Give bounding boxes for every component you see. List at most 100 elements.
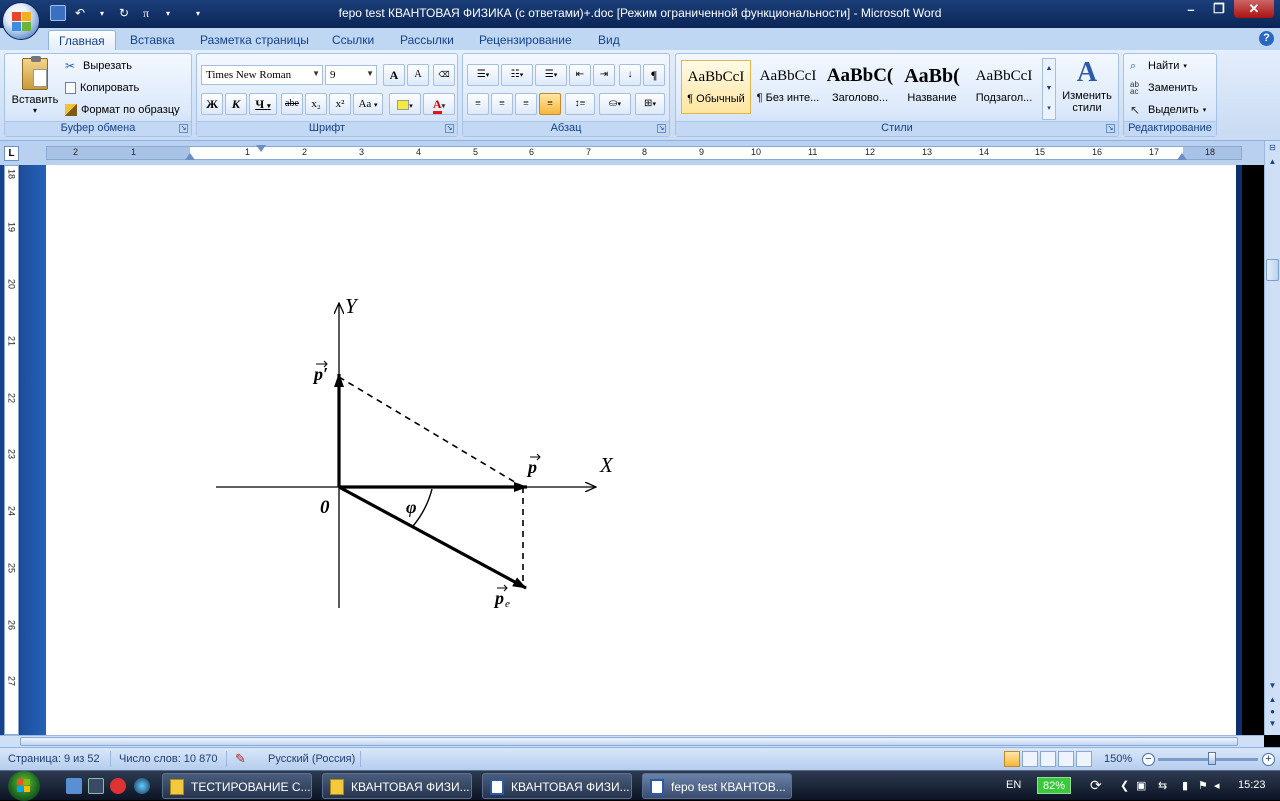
align-left-button[interactable]: ≡	[467, 93, 489, 115]
style-normal[interactable]: AaBbCcI ¶ Обычный	[681, 60, 751, 114]
taskbar-item-fepo-test[interactable]: fepo test КВАНТОВ...	[642, 773, 792, 799]
taskbar-item-testing[interactable]: ТЕСТИРОВАНИЕ С...	[162, 773, 312, 799]
dialog-launcher-icon[interactable]: ↘	[445, 124, 454, 133]
change-styles-button[interactable]: A Изменить стили	[1058, 56, 1116, 118]
tab-mailings[interactable]: Рассылки	[390, 30, 464, 50]
zoom-level[interactable]: 150%	[1104, 753, 1132, 765]
shrink-font-button[interactable]: A	[407, 64, 429, 86]
multilevel-list-button[interactable]: ☰▾	[535, 64, 567, 86]
strikethrough-button[interactable]: abe	[281, 93, 303, 115]
clock[interactable]: 15:23	[1238, 779, 1266, 791]
refresh-icon[interactable]: ⟳	[1090, 777, 1102, 794]
draft-view-icon[interactable]	[1076, 751, 1092, 767]
bullets-button[interactable]: ☰▾	[467, 64, 499, 86]
zoom-out-icon[interactable]: −	[1142, 753, 1155, 766]
tab-page-layout[interactable]: Разметка страницы	[190, 30, 319, 50]
web-layout-icon[interactable]	[1040, 751, 1056, 767]
tab-selector[interactable]: L	[4, 146, 19, 161]
paste-button[interactable]: Вставить ▾	[7, 56, 63, 118]
first-line-indent-marker[interactable]	[256, 145, 266, 152]
tab-view[interactable]: Вид	[588, 30, 630, 50]
dialog-launcher-icon[interactable]: ↘	[657, 124, 666, 133]
close-button[interactable]: ✕	[1234, 0, 1274, 18]
dialog-launcher-icon[interactable]: ↘	[179, 124, 188, 133]
next-page-icon[interactable]: ▼	[1266, 719, 1279, 732]
proofing-icon[interactable]: ✎	[235, 751, 246, 767]
replace-button[interactable]: ab ac Заменить	[1130, 79, 1197, 97]
select-button[interactable]: ↖ Выделить ▾	[1130, 101, 1206, 119]
tab-references[interactable]: Ссылки	[322, 30, 384, 50]
subscript-button[interactable]: x₂	[305, 93, 327, 115]
styles-scroll[interactable]: ▲ ▼ ▾	[1042, 58, 1056, 120]
action-center-icon[interactable]: ⚑	[1198, 779, 1208, 792]
office-button[interactable]	[2, 2, 40, 40]
browser-icon[interactable]	[134, 778, 150, 794]
network-icon[interactable]: ▣	[1136, 779, 1146, 792]
scroll-down-icon[interactable]: ▼	[1266, 681, 1279, 694]
font-color-button[interactable]: A▾	[423, 93, 455, 115]
dialog-launcher-icon[interactable]: ↘	[1106, 124, 1115, 133]
zoom-in-icon[interactable]: +	[1262, 753, 1275, 766]
tray-expand-icon[interactable]: ❮	[1120, 779, 1129, 792]
start-button[interactable]	[8, 771, 40, 801]
sync-icon[interactable]: ⇆	[1158, 779, 1167, 792]
outline-view-icon[interactable]	[1058, 751, 1074, 767]
ruler-toggle-icon[interactable]: ⊟	[1266, 143, 1279, 156]
explorer-icon[interactable]	[88, 778, 104, 794]
underline-button[interactable]: Ч ▾	[249, 93, 277, 115]
tab-insert[interactable]: Вставка	[120, 30, 185, 50]
volume-icon[interactable]: ◂	[1214, 779, 1220, 792]
style-title[interactable]: AaBb( Название	[897, 60, 967, 114]
copy-button[interactable]: Копировать	[65, 79, 139, 97]
help-icon[interactable]: ?	[1259, 31, 1274, 46]
change-case-button[interactable]: Aa ▾	[353, 93, 383, 115]
find-button[interactable]: ⌕ Найти ▾	[1130, 57, 1187, 75]
italic-button[interactable]: К	[225, 93, 247, 115]
device-icon[interactable]: ▮	[1182, 779, 1188, 792]
minimize-button[interactable]: –	[1178, 0, 1204, 18]
highlight-button[interactable]: ▾	[389, 93, 421, 115]
page-count[interactable]: Страница: 9 из 52	[8, 753, 100, 765]
vertical-ruler[interactable]: 18 19 20 21 22 23 24 25 26 27	[4, 165, 19, 735]
maximize-button[interactable]: ❐	[1206, 0, 1232, 18]
language-indicator[interactable]: Русский (Россия)	[268, 753, 355, 765]
sort-button[interactable]: ↓	[619, 64, 641, 86]
clear-formatting-button[interactable]: ⌫	[433, 64, 455, 86]
cut-button[interactable]: ✂ Вырезать	[65, 57, 132, 75]
tab-review[interactable]: Рецензирование	[469, 30, 582, 50]
battery-indicator[interactable]: 82%	[1037, 777, 1071, 794]
format-painter-button[interactable]: Формат по образцу	[65, 101, 180, 119]
show-desktop-icon[interactable]	[66, 778, 82, 794]
numbering-button[interactable]: ☷▾	[501, 64, 533, 86]
scroll-thumb[interactable]	[1266, 259, 1279, 281]
superscript-button[interactable]: x²	[329, 93, 351, 115]
full-screen-reading-icon[interactable]	[1022, 751, 1038, 767]
align-center-button[interactable]: ≡	[491, 93, 513, 115]
right-indent-marker[interactable]	[1177, 153, 1187, 160]
media-player-icon[interactable]	[110, 778, 126, 794]
font-size-combo[interactable]: 9 ▼	[325, 65, 377, 85]
scroll-thumb[interactable]	[20, 737, 1238, 746]
scroll-up-icon[interactable]: ▲	[1266, 157, 1279, 170]
show-marks-button[interactable]: ¶	[643, 64, 665, 86]
style-no-spacing[interactable]: AaBbCcI ¶ Без инте...	[753, 60, 823, 114]
shading-button[interactable]: ⛀▾	[599, 93, 631, 115]
document-area[interactable]: Y X 0 φ p′ p p e	[46, 165, 1242, 735]
print-layout-view-icon[interactable]	[1004, 751, 1020, 767]
borders-button[interactable]: ⊞▾	[635, 93, 665, 115]
grow-font-button[interactable]: A	[383, 64, 405, 86]
style-subtitle[interactable]: AaBbCcI Подзагол...	[969, 60, 1039, 114]
taskbar-item-quantum-folder[interactable]: КВАНТОВАЯ ФИЗИ...	[322, 773, 472, 799]
style-heading[interactable]: AaBbC( Заголово...	[825, 60, 895, 114]
document-page[interactable]: Y X 0 φ p′ p p e	[46, 165, 1236, 735]
decrease-indent-button[interactable]: ⇤	[569, 64, 591, 86]
tab-home[interactable]: Главная	[48, 30, 116, 50]
zoom-slider-knob[interactable]	[1208, 752, 1216, 765]
bold-button[interactable]: Ж	[201, 93, 223, 115]
vertical-scrollbar[interactable]: ⊟ ▲ ▼ ▲ ● ▼	[1264, 141, 1280, 735]
justify-button[interactable]: ≡	[539, 93, 561, 115]
word-count[interactable]: Число слов: 10 870	[119, 753, 217, 765]
left-indent-marker[interactable]	[185, 153, 195, 160]
font-name-combo[interactable]: Times New Roman ▼	[201, 65, 323, 85]
horizontal-ruler[interactable]: 2 1 1 2 3 4 5 6 7 8 9 10 11 12 13 14 15 …	[46, 145, 1242, 160]
